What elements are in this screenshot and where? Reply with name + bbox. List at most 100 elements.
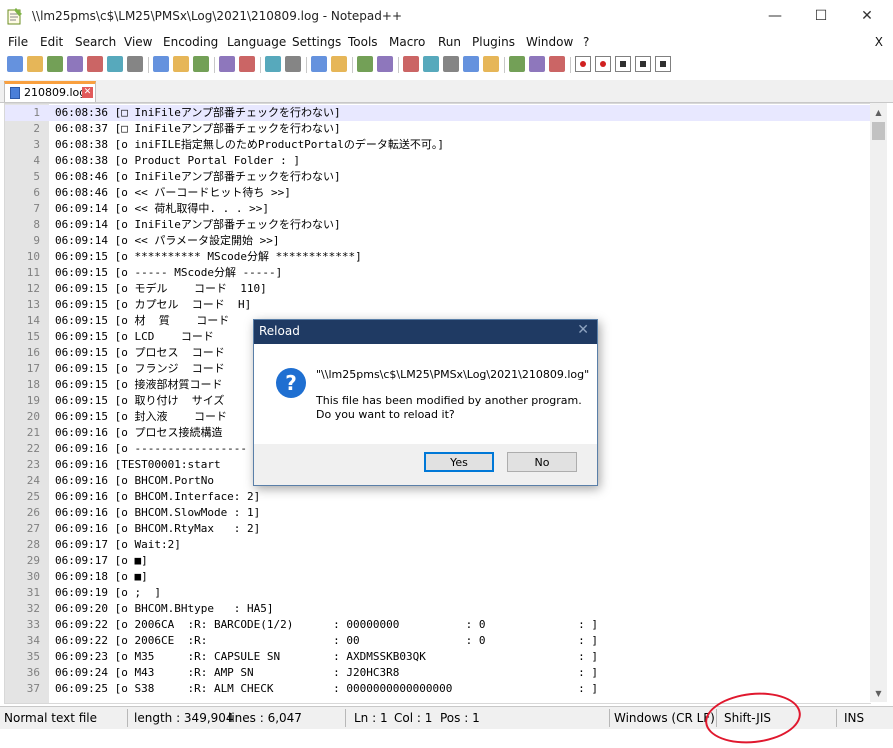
replace-icon[interactable] xyxy=(285,56,301,72)
function-list-icon[interactable] xyxy=(483,56,499,72)
editor-line[interactable]: 36 06:09:24 [o M43 :R: AMP SN : J20HC3R8 … xyxy=(5,665,871,681)
run-macro-multiple-icon[interactable] xyxy=(635,56,651,72)
line-text[interactable]: 06:09:16 [o BHCOM.SlowMode : 1] xyxy=(55,505,260,521)
editor-line[interactable]: 25 06:09:16 [o BHCOM.Interface: 2] xyxy=(5,489,871,505)
menu-view[interactable]: View xyxy=(124,35,152,49)
paste-icon[interactable] xyxy=(193,56,209,72)
dialog-close-icon[interactable]: ✕ xyxy=(577,322,589,338)
line-text[interactable]: 06:09:16 [o ----------------- xyxy=(55,441,247,457)
editor-line[interactable]: 10 06:09:15 [o ********** MScode分解 ******… xyxy=(5,249,871,265)
open-file-icon[interactable] xyxy=(27,56,43,72)
sync-vertical-icon[interactable] xyxy=(357,56,373,72)
menu-file[interactable]: File xyxy=(8,35,28,49)
line-text[interactable]: 06:09:19 [o ; ] xyxy=(55,585,161,601)
indent-guide-icon[interactable] xyxy=(443,56,459,72)
line-text[interactable]: 06:09:18 [o ■] xyxy=(55,569,148,585)
yes-button[interactable]: Yes xyxy=(424,452,494,472)
menu-help[interactable]: ? xyxy=(583,35,589,49)
close-window-button[interactable]: ✕ xyxy=(844,0,890,32)
line-text[interactable]: 06:09:15 [o フランジ コード xyxy=(55,361,238,377)
close-document-x[interactable]: X xyxy=(875,35,883,49)
print-icon[interactable] xyxy=(127,56,143,72)
find-icon[interactable] xyxy=(265,56,281,72)
line-text[interactable]: 06:08:36 [□ IniFileアンプ部番チェックを行わない] xyxy=(55,105,341,121)
menu-macro[interactable]: Macro xyxy=(389,35,425,49)
line-text[interactable]: 06:08:46 [o IniFileアンプ部番チェックを行わない] xyxy=(55,169,341,185)
tab-210809-log[interactable]: 210809.log ✕ xyxy=(4,81,96,102)
menu-plugins[interactable]: Plugins xyxy=(472,35,515,49)
line-text[interactable]: 06:09:15 [o 接液部材質コード xyxy=(55,377,222,393)
record-macro-icon[interactable] xyxy=(575,56,591,72)
editor-line[interactable]: 8 06:09:14 [o IniFileアンプ部番チェックを行わない] xyxy=(5,217,871,233)
line-text[interactable]: 06:08:38 [o iniFILE指定無しのためProductPortalの… xyxy=(55,137,444,153)
menu-settings[interactable]: Settings xyxy=(292,35,341,49)
editor-line[interactable]: 12 06:09:15 [o モデル コード 110] xyxy=(5,281,871,297)
editor-line[interactable]: 4 06:08:38 [o Product Portal Folder : ] xyxy=(5,153,871,169)
editor-line[interactable]: 35 06:09:23 [o M35 :R: CAPSULE SN : AXDMS… xyxy=(5,649,871,665)
stop-record-icon[interactable] xyxy=(595,56,611,72)
line-text[interactable]: 06:09:16 [o BHCOM.Interface: 2] xyxy=(55,489,260,505)
line-text[interactable]: 06:09:16 [o BHCOM.RtyMax : 2] xyxy=(55,521,260,537)
menu-tools[interactable]: Tools xyxy=(348,35,378,49)
editor-line[interactable]: 7 06:09:14 [o << 荷札取得中. . . >>] xyxy=(5,201,871,217)
editor-line[interactable]: 28 06:09:17 [o Wait:2] xyxy=(5,537,871,553)
sync-horizontal-icon[interactable] xyxy=(377,56,393,72)
monitoring-icon[interactable] xyxy=(529,56,545,72)
editor-line[interactable]: 5 06:08:46 [o IniFileアンプ部番チェックを行わない] xyxy=(5,169,871,185)
editor-line[interactable]: 13 06:09:15 [o カプセル コード H] xyxy=(5,297,871,313)
vertical-scrollbar[interactable]: ▲ ▼ xyxy=(870,103,887,702)
line-text[interactable]: 06:09:15 [o プロセス コード xyxy=(55,345,238,361)
line-text[interactable]: 06:09:20 [o BHCOM.BHtype : HA5] xyxy=(55,601,274,617)
close-all-icon[interactable] xyxy=(107,56,123,72)
redo-icon[interactable] xyxy=(239,56,255,72)
maximize-button[interactable]: ☐ xyxy=(798,0,844,32)
scroll-up-arrow-icon[interactable]: ▲ xyxy=(870,105,887,121)
line-text[interactable]: 06:09:24 [o M43 :R: AMP SN : J20HC3R8 : … xyxy=(55,665,598,681)
line-text[interactable]: 06:08:38 [o Product Portal Folder : ] xyxy=(55,153,300,169)
line-text[interactable]: 06:09:15 [o LCD コード xyxy=(55,329,227,345)
minimize-button[interactable]: — xyxy=(752,0,798,32)
menu-edit[interactable]: Edit xyxy=(40,35,63,49)
new-file-icon[interactable] xyxy=(7,56,23,72)
line-text[interactable]: 06:09:17 [o Wait:2] xyxy=(55,537,181,553)
undo-icon[interactable] xyxy=(219,56,235,72)
editor-line[interactable]: 29 06:09:17 [o ■] xyxy=(5,553,871,569)
line-text[interactable]: 06:09:14 [o << 荷札取得中. . . >>] xyxy=(55,201,269,217)
tab-close-icon[interactable]: ✕ xyxy=(82,87,93,98)
copy-icon[interactable] xyxy=(173,56,189,72)
menu-language[interactable]: Language xyxy=(227,35,286,49)
editor-line[interactable]: 9 06:09:14 [o << パラメータ設定開始 >>] xyxy=(5,233,871,249)
save-macro-icon[interactable] xyxy=(655,56,671,72)
line-text[interactable]: 06:09:16 [o BHCOM.PortNo xyxy=(55,473,221,489)
line-text[interactable]: 06:09:15 [o モデル コード 110] xyxy=(55,281,267,297)
editor-line[interactable]: 3 06:08:38 [o iniFILE指定無しのためProductPortal… xyxy=(5,137,871,153)
line-text[interactable]: 06:09:14 [o << パラメータ設定開始 >>] xyxy=(55,233,280,249)
menu-run[interactable]: Run xyxy=(438,35,461,49)
line-text[interactable]: 06:09:15 [o ********** MScode分解 ********… xyxy=(55,249,362,265)
editor-line[interactable]: 1 06:08:36 [□ IniFileアンプ部番チェックを行わない] xyxy=(5,105,871,121)
folder-workspace-icon[interactable] xyxy=(509,56,525,72)
zoom-in-icon[interactable] xyxy=(311,56,327,72)
editor-line[interactable]: 31 06:09:19 [o ; ] xyxy=(5,585,871,601)
line-text[interactable]: 06:09:16 [TEST00001:start xyxy=(55,457,221,473)
cut-icon[interactable] xyxy=(153,56,169,72)
document-map-icon[interactable] xyxy=(463,56,479,72)
menu-window[interactable]: Window xyxy=(526,35,573,49)
line-text[interactable]: 06:09:15 [o 封入液 コード xyxy=(55,409,227,425)
zoom-out-icon[interactable] xyxy=(331,56,347,72)
save-icon[interactable] xyxy=(47,56,63,72)
line-text[interactable]: 06:09:16 [o プロセス接続構造 xyxy=(55,425,222,441)
editor-line[interactable]: 27 06:09:16 [o BHCOM.RtyMax : 2] xyxy=(5,521,871,537)
eye-icon[interactable] xyxy=(549,56,565,72)
editor-line[interactable]: 6 06:08:46 [o << バーコードヒット待ち >>] xyxy=(5,185,871,201)
editor-line[interactable]: 33 06:09:22 [o 2006CA :R: BARCODE(1/2) : … xyxy=(5,617,871,633)
save-all-icon[interactable] xyxy=(67,56,83,72)
menu-search[interactable]: Search xyxy=(75,35,116,49)
no-button[interactable]: No xyxy=(507,452,577,472)
line-text[interactable]: 06:09:15 [o カプセル コード H] xyxy=(55,297,251,313)
word-wrap-icon[interactable] xyxy=(403,56,419,72)
show-all-chars-icon[interactable] xyxy=(423,56,439,72)
close-file-icon[interactable] xyxy=(87,56,103,72)
editor-line[interactable]: 26 06:09:16 [o BHCOM.SlowMode : 1] xyxy=(5,505,871,521)
editor-line[interactable]: 32 06:09:20 [o BHCOM.BHtype : HA5] xyxy=(5,601,871,617)
